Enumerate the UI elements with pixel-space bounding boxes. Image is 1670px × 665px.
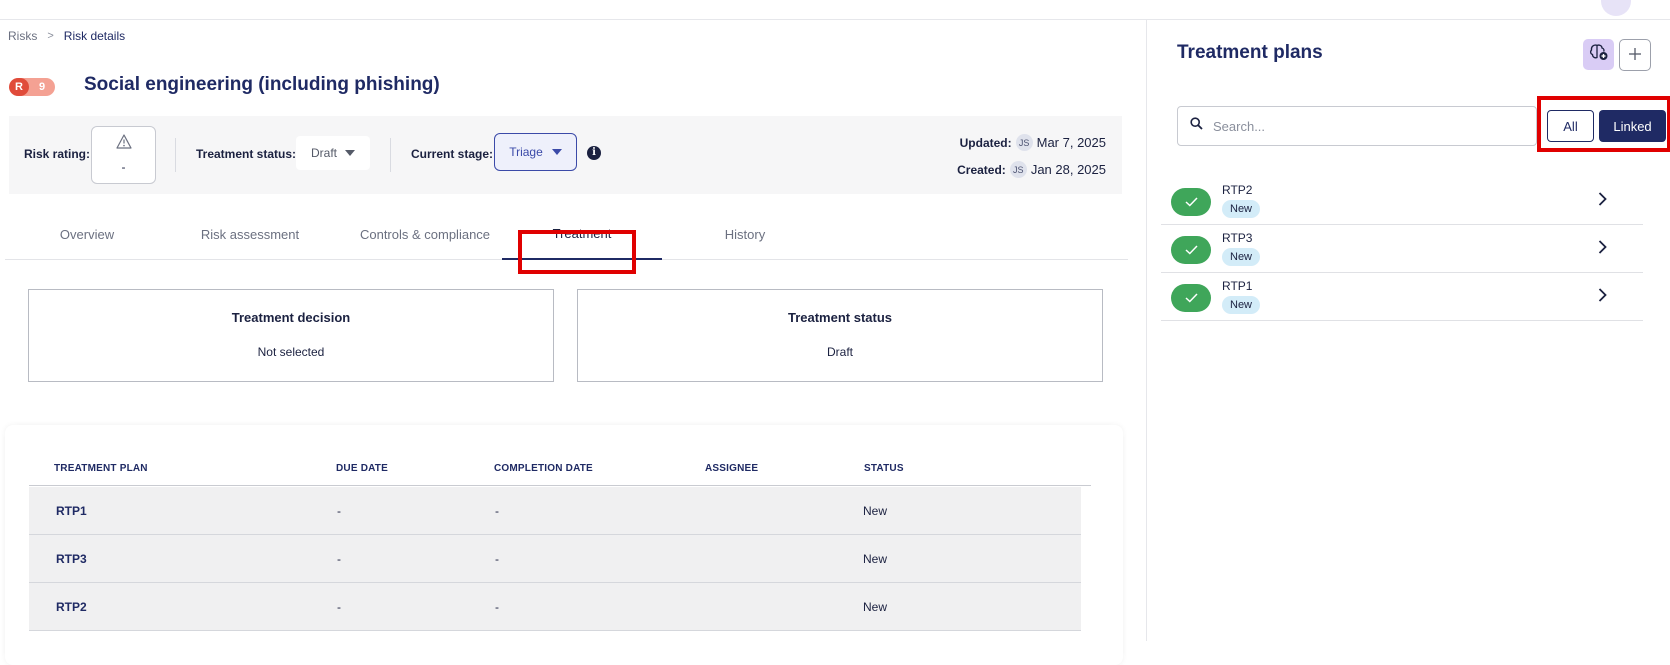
- cell-completion-date: -: [495, 552, 499, 566]
- cell-due-date: -: [337, 504, 341, 518]
- created-label: Created:: [957, 162, 1006, 177]
- user-avatar[interactable]: [1601, 0, 1631, 16]
- check-icon: [1171, 284, 1211, 312]
- cell-completion-date: -: [495, 600, 499, 614]
- treatment-status-label: Treatment status:: [196, 147, 297, 161]
- divider: [175, 138, 176, 172]
- treatment-status-card-value: Draft: [826, 345, 853, 359]
- table-row[interactable]: RTP1 - - New: [29, 487, 1081, 535]
- chevron-right-icon[interactable]: [1598, 240, 1607, 259]
- column-header-treatment-plan[interactable]: TREATMENT PLAN: [54, 463, 148, 474]
- current-stage-dropdown[interactable]: Triage: [494, 133, 577, 171]
- tab-overview[interactable]: Overview: [25, 208, 149, 260]
- column-header-completion-date[interactable]: COMPLETION DATE: [494, 463, 593, 474]
- breadcrumb-risks-link[interactable]: Risks: [8, 29, 37, 43]
- info-icon[interactable]: i: [587, 146, 601, 160]
- list-item[interactable]: RTP1 New: [1161, 273, 1643, 321]
- panel-title: Treatment plans: [1177, 42, 1323, 63]
- column-header-status[interactable]: STATUS: [864, 463, 904, 474]
- risk-rating-value: -: [121, 160, 126, 174]
- ai-suggest-button[interactable]: [1583, 39, 1614, 70]
- treatment-plans-table: TREATMENT PLAN DUE DATE COMPLETION DATE …: [5, 425, 1123, 665]
- current-stage-value: Triage: [509, 145, 543, 159]
- risk-rating-box[interactable]: -: [91, 126, 156, 184]
- warning-triangle-icon: [116, 134, 132, 154]
- search-input[interactable]: [1213, 118, 1513, 134]
- column-header-due-date[interactable]: DUE DATE: [336, 463, 388, 474]
- filter-highlight: [1537, 96, 1670, 152]
- chevron-right-icon[interactable]: [1598, 192, 1607, 211]
- created-meta: Created: JS Jan 28, 2025: [957, 161, 1106, 178]
- updated-label: Updated:: [959, 135, 1012, 150]
- cell-status: New: [863, 600, 888, 614]
- cell-due-date: -: [337, 600, 341, 614]
- table-row[interactable]: RTP3 - - New: [29, 535, 1081, 583]
- caret-down-icon: [345, 150, 355, 156]
- risk-badge-score: 9: [38, 81, 46, 93]
- created-by-avatar: JS: [1009, 161, 1027, 178]
- plan-name: RTP2: [1222, 183, 1253, 197]
- status-badge: New: [1222, 248, 1261, 266]
- table-header: TREATMENT PLAN DUE DATE COMPLETION DATE …: [29, 425, 1091, 486]
- updated-meta: Updated: JS Mar 7, 2025: [960, 134, 1106, 151]
- treatment-decision-value: Not selected: [257, 345, 325, 359]
- column-header-assignee[interactable]: ASSIGNEE: [705, 463, 758, 474]
- breadcrumb-current: Risk details: [63, 29, 126, 43]
- cell-due-date: -: [337, 552, 341, 566]
- risk-info-bar: Risk rating: - Treatment status: Draft C…: [9, 116, 1122, 194]
- treatment-decision-heading: Treatment decision: [231, 310, 351, 325]
- tab-history[interactable]: History: [665, 208, 825, 260]
- ai-brain-icon: [1589, 43, 1609, 66]
- treatment-status-heading: Treatment status: [787, 310, 893, 325]
- divider: [390, 138, 391, 172]
- table-row[interactable]: RTP2 - - New: [29, 583, 1081, 631]
- list-item[interactable]: RTP3 New: [1161, 225, 1643, 273]
- updated-date: Mar 7, 2025: [1036, 135, 1106, 150]
- plan-name: RTP3: [1222, 231, 1253, 245]
- current-stage-label: Current stage:: [411, 147, 494, 161]
- risk-score-badge: R 9: [9, 78, 55, 96]
- tab-risk-assessment[interactable]: Risk assessment: [180, 208, 320, 260]
- search-box: [1177, 106, 1537, 146]
- treatment-decision-card[interactable]: Treatment decision Not selected: [28, 289, 554, 382]
- cell-status: New: [863, 552, 888, 566]
- chevron-right-icon[interactable]: [1598, 288, 1607, 307]
- cell-plan[interactable]: RTP1: [56, 504, 87, 518]
- created-date: Jan 28, 2025: [1030, 162, 1106, 177]
- list-item[interactable]: RTP2 New: [1161, 177, 1643, 225]
- main-content: Risks > Risk details R 9 Social engineer…: [0, 20, 1146, 665]
- caret-down-icon: [551, 149, 562, 155]
- risk-rating-label: Risk rating:: [24, 147, 91, 161]
- treatment-status-card[interactable]: Treatment status Draft: [577, 289, 1103, 382]
- treatment-plans-panel: Treatment plans All Linked RTP2 New RTP3: [1146, 20, 1670, 641]
- plus-icon: [1628, 44, 1642, 67]
- status-badge: New: [1222, 296, 1261, 314]
- treatment-tab-highlight: [518, 230, 636, 274]
- cell-status: New: [863, 504, 888, 518]
- check-icon: [1171, 236, 1211, 264]
- risk-badge-letter: R: [9, 78, 29, 96]
- cell-completion-date: -: [495, 504, 499, 518]
- add-treatment-plan-button[interactable]: [1619, 39, 1651, 71]
- cell-plan[interactable]: RTP2: [56, 600, 87, 614]
- cell-plan[interactable]: RTP3: [56, 552, 87, 566]
- check-icon: [1171, 188, 1211, 216]
- page-title: Social engineering (including phishing): [84, 74, 440, 95]
- tab-controls-compliance[interactable]: Controls & compliance: [340, 208, 510, 260]
- breadcrumb: Risks > Risk details: [8, 29, 125, 43]
- status-badge: New: [1222, 200, 1261, 218]
- treatment-status-dropdown[interactable]: Draft: [296, 136, 370, 170]
- treatment-status-value: Draft: [310, 146, 337, 160]
- updated-by-avatar: JS: [1015, 134, 1033, 151]
- plan-name: RTP1: [1222, 279, 1253, 293]
- top-bar: [0, 0, 1670, 20]
- chevron-right-icon: >: [47, 30, 54, 42]
- search-icon: [1190, 117, 1203, 135]
